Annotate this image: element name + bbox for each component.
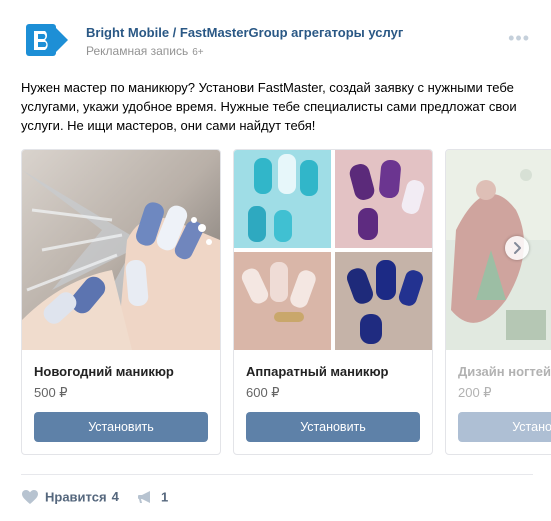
post-author-link[interactable]: Bright Mobile / FastMasterGroup агрегато… [86,25,403,40]
nail-collage-photo[interactable] [234,150,432,350]
post-header: Bright Mobile / FastMasterGroup агрегато… [20,18,540,64]
brand-logo-avatar[interactable] [20,18,70,64]
install-button[interactable]: Установить [246,412,420,442]
install-button[interactable]: Установить [458,412,551,442]
more-dots-icon[interactable]: ••• [508,28,530,49]
card-price: 200 ₽ [458,385,492,400]
carousel-next-button[interactable] [505,236,529,260]
like-label: Нравится [45,489,107,505]
like-count: 4 [111,489,119,505]
nail-design-photo[interactable] [446,150,551,350]
card-price: 600 ₽ [246,385,280,400]
card-title: Аппаратный маникюр [246,364,389,379]
product-card[interactable]: Аппаратный маникюр 600 ₽ Установить [233,149,433,455]
chevron-right-icon [514,242,521,254]
ad-label: Рекламная запись [86,44,189,58]
card-title: Дизайн ногтей [458,364,551,379]
card-price: 500 ₽ [34,385,68,400]
card-title: Новогодний маникюр [34,364,174,379]
post-meta: Рекламная запись 6+ [86,44,204,58]
winter-manicure-photo[interactable] [22,150,220,350]
age-rating: 6+ [192,47,204,58]
post-text: Нужен мастер по маникюру? Установи FastM… [21,80,517,133]
install-button[interactable]: Установить [34,412,208,442]
product-card[interactable]: Дизайн ногтей 200 ₽ Установить [445,149,551,455]
product-carousel: Новогодний маникюр 500 ₽ Установить Аппа… [21,149,551,455]
product-card[interactable]: Новогодний маникюр 500 ₽ Установить [21,149,221,455]
megaphone-icon [138,490,150,503]
divider [21,474,533,475]
heart-icon [22,489,38,504]
like-button[interactable]: Нравится 4 [21,488,119,506]
share-count: 1 [161,489,169,505]
share-button[interactable]: 1 [137,488,168,506]
